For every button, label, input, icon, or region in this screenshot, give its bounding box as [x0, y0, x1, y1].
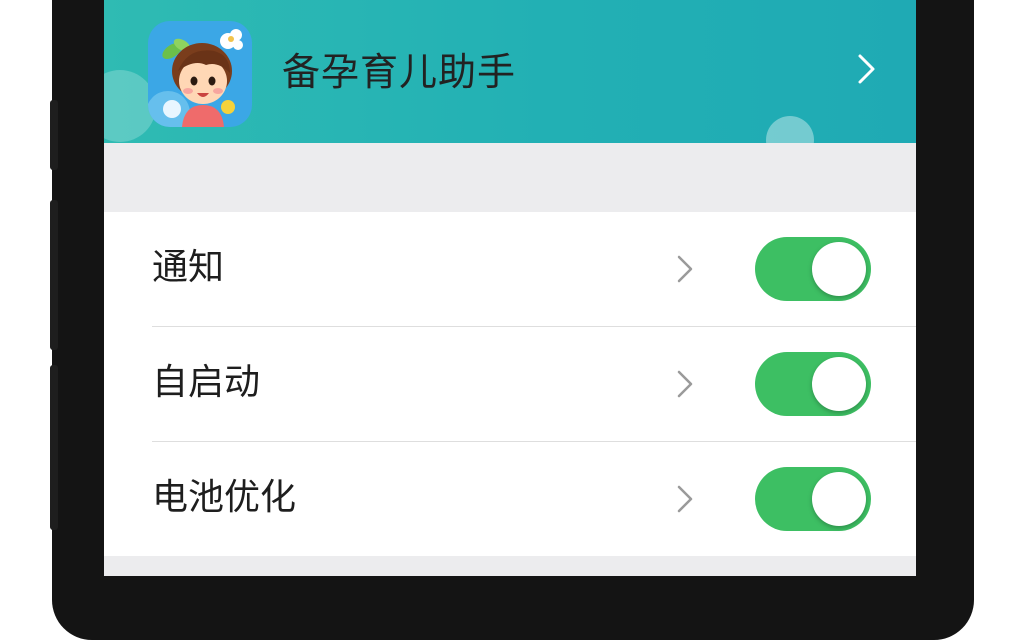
notification-toggle[interactable]	[755, 237, 871, 301]
phone-side-button	[50, 100, 58, 170]
phone-volume-button	[50, 200, 58, 350]
chevron-right-icon[interactable]	[676, 369, 694, 399]
toggle-knob	[812, 472, 866, 526]
settings-list: 通知 自启动 电池优化	[104, 212, 916, 556]
auto-start-toggle[interactable]	[755, 352, 871, 416]
battery-optimization-toggle[interactable]	[755, 467, 871, 531]
chevron-right-icon[interactable]	[676, 484, 694, 514]
settings-row-battery-optimization[interactable]: 电池优化	[104, 442, 916, 556]
settings-row-label: 通知	[152, 247, 225, 288]
phone-side-button-lower	[50, 365, 58, 530]
settings-row-notification[interactable]: 通知	[104, 212, 916, 326]
settings-row-label: 自启动	[152, 362, 261, 403]
settings-row-label: 电池优化	[152, 477, 297, 518]
settings-row-auto-start[interactable]: 自启动	[104, 327, 916, 441]
decorative-circle	[766, 116, 814, 143]
chevron-right-icon[interactable]	[856, 52, 878, 86]
toggle-knob	[812, 242, 866, 296]
app-header[interactable]: 备孕育儿助手	[104, 0, 916, 143]
toggle-knob	[812, 357, 866, 411]
app-icon	[148, 21, 252, 127]
chevron-right-icon[interactable]	[676, 254, 694, 284]
phone-screen: 备孕育儿助手 通知 自启动 电池优化	[104, 0, 916, 576]
app-title: 备孕育儿助手	[282, 50, 517, 94]
